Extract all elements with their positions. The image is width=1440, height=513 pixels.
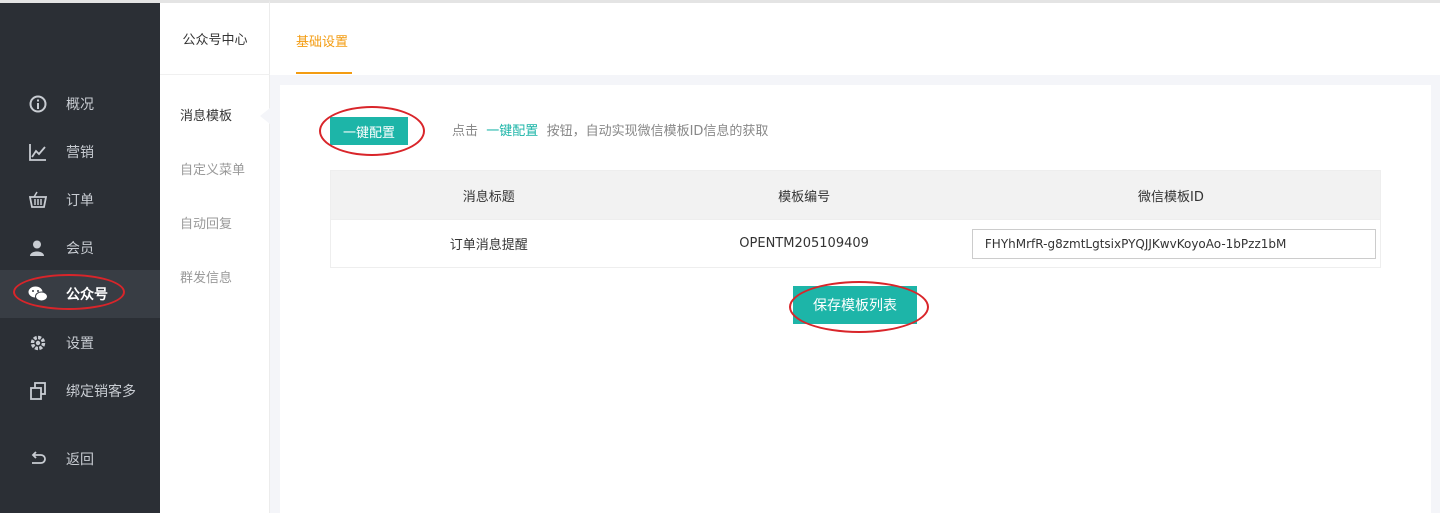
subnav-item-broadcast[interactable]: 群发信息 xyxy=(180,267,232,286)
sidebar-item-label: 设置 xyxy=(66,336,94,352)
basket-icon xyxy=(28,190,48,210)
sidebar-item-label: 返回 xyxy=(66,452,94,468)
row-title: 订单消息提醒 xyxy=(449,238,528,253)
return-icon xyxy=(28,449,48,469)
sidebar-item-label: 订单 xyxy=(66,193,94,209)
subnav-item-auto-reply[interactable]: 自动回复 xyxy=(180,213,232,232)
tab-active-underline xyxy=(296,72,352,74)
hint-link: 一键配置 xyxy=(486,124,539,139)
tab-basic-settings[interactable]: 基础设置 xyxy=(296,31,348,50)
table-row: 订单消息提醒 OPENTM205109409 xyxy=(331,219,1380,267)
one-click-config-button[interactable]: 一键配置 xyxy=(330,117,408,145)
sidebar-item-label: 公众号 xyxy=(66,287,108,303)
config-hint: 点击 一键配置 按钮，自动实现微信模板ID信息的获取 xyxy=(452,120,768,139)
sidebar-item-orders[interactable]: 订单 xyxy=(0,176,160,224)
sidebar-item-label: 概况 xyxy=(66,97,94,113)
sidebar-item-label: 绑定销客多 xyxy=(66,384,136,400)
subnav-title: 公众号中心 xyxy=(160,3,270,75)
sub-navigation: 公众号中心 消息模板 自定义菜单 自动回复 群发信息 xyxy=(160,0,270,513)
column-header-code: 模板编号 xyxy=(778,189,831,205)
sidebar-item-settings[interactable]: 设置 xyxy=(0,319,160,367)
sidebar-item-marketing[interactable]: 营销 xyxy=(0,128,160,176)
line-chart-icon xyxy=(28,142,48,162)
info-circle-icon xyxy=(28,94,48,114)
sidebar-item-overview[interactable]: 概况 xyxy=(0,80,160,128)
top-header: 基础设置 xyxy=(270,0,1440,75)
column-header-wechat-id: 微信模板ID xyxy=(1137,189,1204,205)
sidebar-item-label: 会员 xyxy=(66,241,94,257)
row-wechat-id-cell xyxy=(962,228,1380,259)
sidebar-item-official-account[interactable]: 公众号 xyxy=(0,270,160,318)
save-template-list-button[interactable]: 保存模板列表 xyxy=(793,286,917,324)
sidebar-item-return[interactable]: 返回 xyxy=(0,435,160,483)
subnav-item-message-template[interactable]: 消息模板 xyxy=(180,105,232,124)
hint-suffix: 按钮，自动实现微信模板ID信息的获取 xyxy=(546,124,769,139)
wechat-icon xyxy=(28,284,48,304)
table-header: 消息标题 模板编号 微信模板ID xyxy=(331,171,1380,219)
wechat-template-id-input[interactable] xyxy=(971,228,1376,259)
active-pointer-arrow xyxy=(260,108,270,124)
logo-area xyxy=(0,3,160,75)
subnav-item-custom-menu[interactable]: 自定义菜单 xyxy=(180,159,245,178)
gear-icon xyxy=(28,333,48,353)
main-sidebar: 概况 营销 订单 会员 公众号 设置 绑定销客多 返回 xyxy=(0,0,160,513)
sidebar-item-label: 营销 xyxy=(66,145,94,161)
template-table: 消息标题 模板编号 微信模板ID 订单消息提醒 OPENTM205109409 xyxy=(330,170,1381,268)
row-code: OPENTM205109409 xyxy=(739,236,869,251)
column-header-title: 消息标题 xyxy=(462,189,515,205)
link-copy-icon xyxy=(28,381,48,401)
user-icon xyxy=(28,238,48,258)
sidebar-item-bind[interactable]: 绑定销客多 xyxy=(0,367,160,415)
hint-prefix: 点击 xyxy=(452,124,479,139)
sidebar-item-members[interactable]: 会员 xyxy=(0,224,160,272)
main-panel: 一键配置 点击 一键配置 按钮，自动实现微信模板ID信息的获取 消息标题 模板编… xyxy=(280,85,1431,513)
